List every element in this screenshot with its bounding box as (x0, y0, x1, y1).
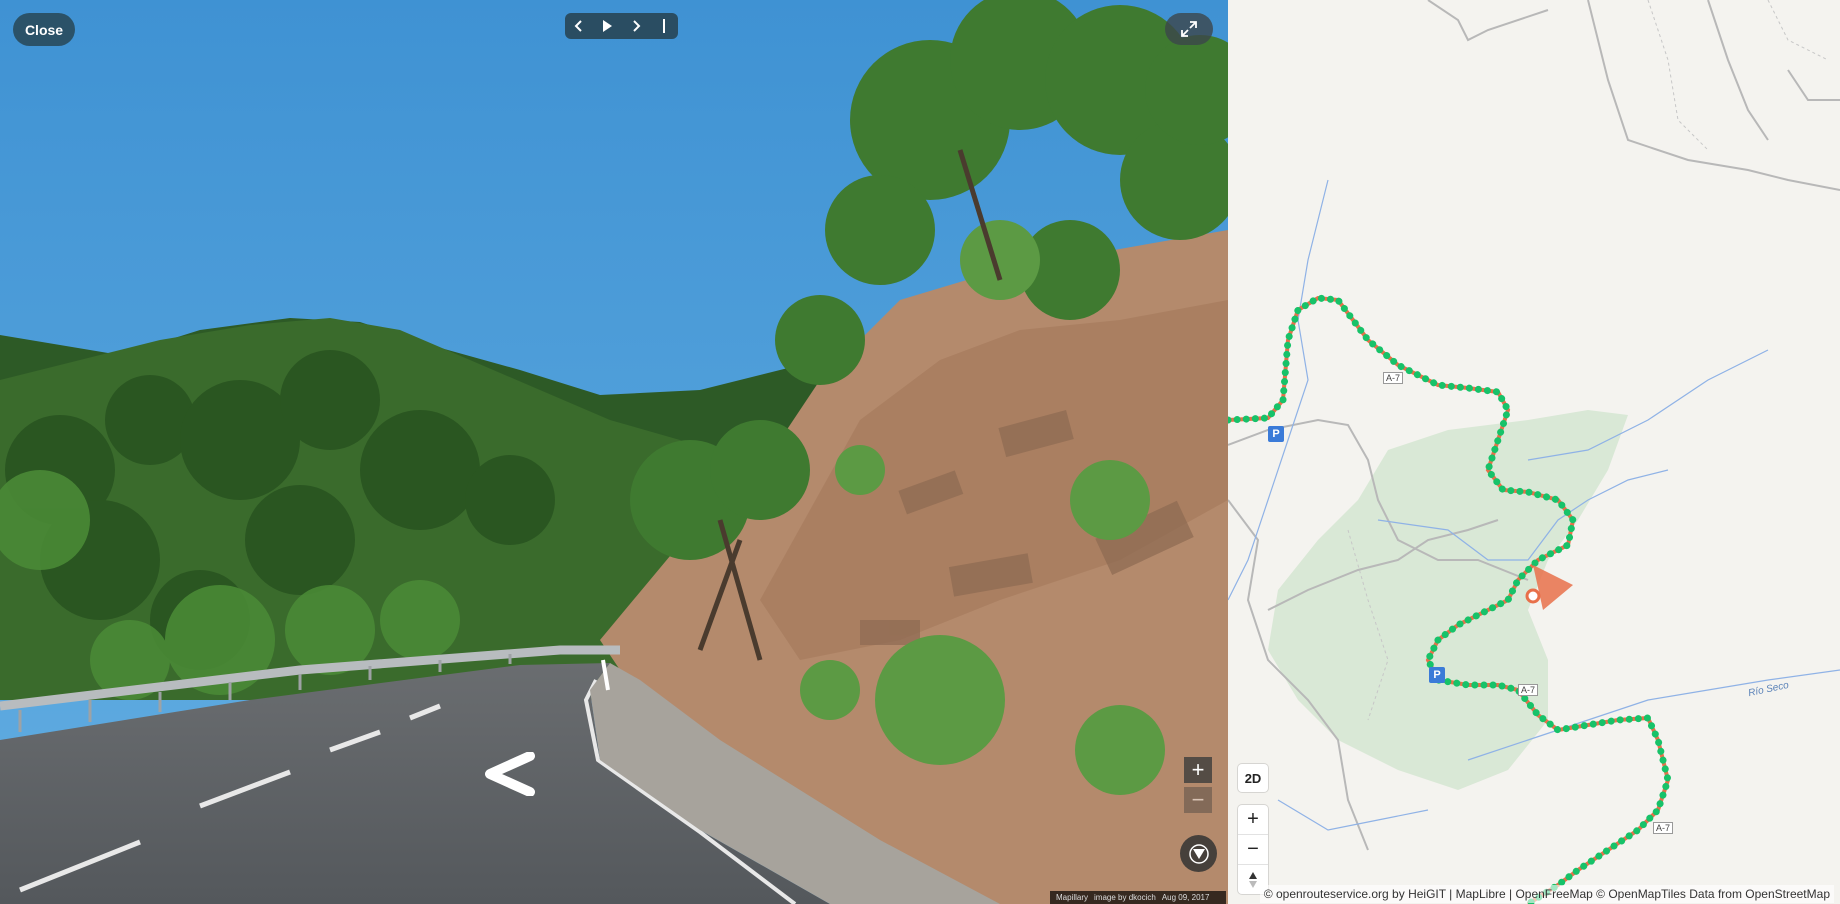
map-panel[interactable]: P P A-7 A-7 A-7 Río Seco (1228, 0, 1840, 904)
compass-icon (1188, 843, 1209, 864)
next-button[interactable] (623, 15, 649, 37)
parking-icon: P (1268, 426, 1284, 442)
arrow-left-icon (485, 751, 535, 797)
expand-icon (1181, 21, 1197, 37)
chevron-left-icon (574, 20, 582, 32)
road-shield: A-7 (1653, 822, 1674, 834)
mapillary-brand[interactable]: Mapillary (1056, 893, 1088, 902)
viewer-zoom-out-button[interactable]: − (1184, 787, 1212, 813)
view-direction-cone (1533, 565, 1573, 610)
navigate-back-arrow[interactable] (478, 751, 538, 801)
map-zoom-controls: + − (1238, 805, 1268, 894)
parking-icon: P (1429, 667, 1445, 683)
camera-position-marker[interactable] (1525, 588, 1541, 604)
street-photo (0, 0, 1228, 904)
map-attribution[interactable]: © openrouteservice.org by HeiGIT | MapLi… (1259, 885, 1834, 903)
viewer-attribution: Mapillary image by dkocich Aug 09, 2017 (1050, 891, 1226, 904)
expand-button[interactable] (1165, 13, 1213, 45)
map-zoom-in-button[interactable]: + (1238, 805, 1268, 835)
play-icon (603, 20, 613, 32)
road-shield: A-7 (1383, 372, 1404, 384)
viewer-compass-button[interactable] (1180, 835, 1217, 872)
sequence-nav (565, 13, 678, 39)
viewer-zoom-controls: + − (1184, 757, 1212, 813)
viewer-zoom-in-button[interactable]: + (1184, 757, 1212, 783)
street-view-panel[interactable]: Close + − Mapillary image by dkocich Aug… (0, 0, 1228, 904)
map-zoom-out-button[interactable]: − (1238, 835, 1268, 865)
image-date: Aug 09, 2017 (1161, 893, 1210, 902)
image-credit[interactable]: image by dkocich (1094, 893, 1156, 902)
forest-area (1268, 410, 1628, 790)
map-2d-toggle[interactable]: 2D (1238, 764, 1268, 792)
compass-north-icon (1249, 871, 1257, 888)
pipe-icon (662, 19, 665, 33)
close-button[interactable]: Close (13, 13, 75, 46)
end-button[interactable] (651, 15, 677, 37)
prev-button[interactable] (566, 15, 592, 37)
road-shield: A-7 (1518, 684, 1539, 696)
map-canvas[interactable] (1228, 0, 1840, 904)
chevron-right-icon (632, 20, 641, 32)
play-button[interactable] (594, 15, 620, 37)
